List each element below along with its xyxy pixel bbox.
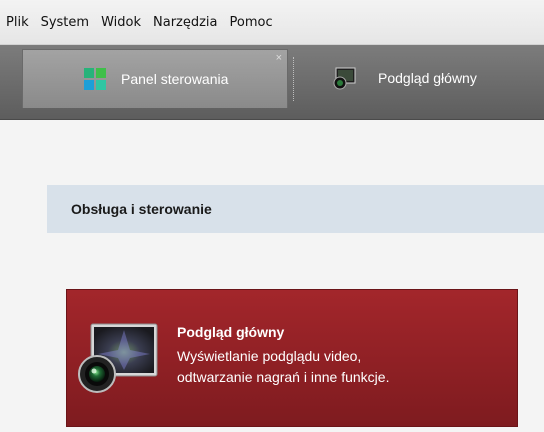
menu-narzedzia[interactable]: Narzędzia bbox=[147, 15, 224, 30]
menu-widok[interactable]: Widok bbox=[95, 15, 147, 30]
tile-title: Podgląd główny bbox=[177, 324, 285, 340]
tab-separator bbox=[293, 57, 294, 101]
tab-bar: Panel sterowania × Podgląd główny bbox=[0, 45, 544, 120]
tab-podglad-glowny[interactable]: Podgląd główny bbox=[316, 49, 544, 107]
grid-icon bbox=[84, 68, 106, 90]
tile-description-line-2: odtwarzanie nagrań i inne funkcje. bbox=[177, 369, 390, 385]
monitor-camera-icon bbox=[333, 67, 356, 90]
tab-panel-sterowania[interactable]: Panel sterowania × bbox=[22, 49, 288, 108]
menu-system[interactable]: System bbox=[35, 15, 95, 30]
monitor-camera-icon bbox=[78, 323, 158, 393]
menu-bar: Plik System Widok Narzędzia Pomoc bbox=[0, 0, 544, 45]
tile-description-line-1: Wyświetlanie podglądu video, bbox=[177, 348, 362, 364]
menu-pomoc[interactable]: Pomoc bbox=[224, 15, 279, 30]
main-view-tile[interactable]: Podgląd główny Wyświetlanie podglądu vid… bbox=[66, 289, 518, 427]
section-header: Obsługa i sterowanie bbox=[47, 185, 544, 233]
tab-podglad-glowny-label: Podgląd główny bbox=[378, 70, 477, 86]
tab-panel-sterowania-label: Panel sterowania bbox=[121, 71, 229, 87]
close-icon[interactable]: × bbox=[276, 52, 282, 64]
menu-plik[interactable]: Plik bbox=[0, 15, 35, 30]
section-title: Obsługa i sterowanie bbox=[71, 201, 212, 217]
